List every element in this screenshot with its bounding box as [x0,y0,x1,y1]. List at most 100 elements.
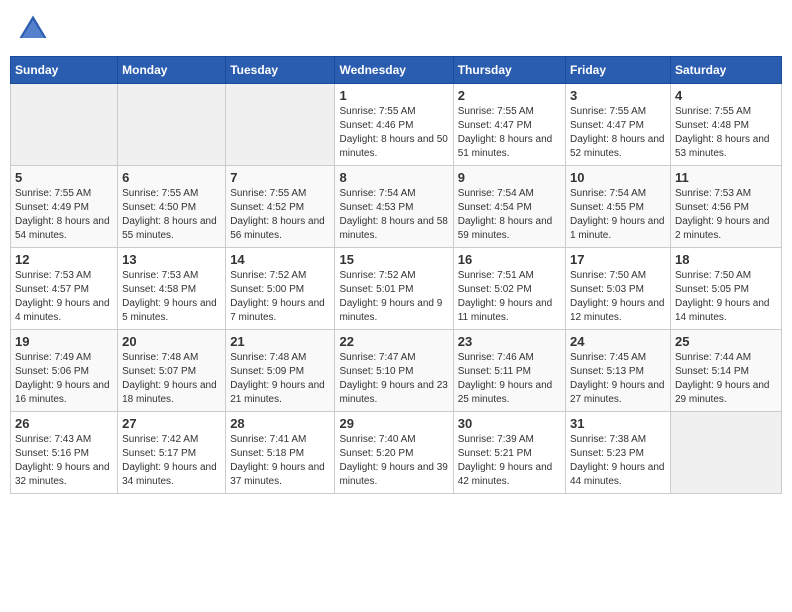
day-cell-8: 8 Sunrise: 7:54 AMSunset: 4:53 PMDaylight… [335,166,453,248]
week-row-5: 26 Sunrise: 7:43 AMSunset: 5:16 PMDayligh… [11,412,782,494]
day-content: Sunrise: 7:52 AMSunset: 5:00 PMDaylight:… [230,269,330,325]
day-number: 1 [339,88,448,103]
day-content: Sunrise: 7:55 AMSunset: 4:47 PMDaylight:… [570,105,666,161]
day-cell-13: 13 Sunrise: 7:53 AMSunset: 4:58 PMDayligh… [118,248,226,330]
day-content: Sunrise: 7:43 AMSunset: 5:16 PMDaylight:… [15,433,113,489]
day-content: Sunrise: 7:55 AMSunset: 4:46 PMDaylight:… [339,105,448,161]
week-row-1: 1 Sunrise: 7:55 AMSunset: 4:46 PMDaylight… [11,84,782,166]
day-content: Sunrise: 7:49 AMSunset: 5:06 PMDaylight:… [15,351,113,407]
day-number: 15 [339,252,448,267]
day-cell-31: 31 Sunrise: 7:38 AMSunset: 5:23 PMDayligh… [565,412,670,494]
day-content: Sunrise: 7:53 AMSunset: 4:58 PMDaylight:… [122,269,221,325]
day-number: 25 [675,334,777,349]
day-cell-29: 29 Sunrise: 7:40 AMSunset: 5:20 PMDayligh… [335,412,453,494]
day-content: Sunrise: 7:39 AMSunset: 5:21 PMDaylight:… [458,433,561,489]
day-content: Sunrise: 7:42 AMSunset: 5:17 PMDaylight:… [122,433,221,489]
day-cell-5: 5 Sunrise: 7:55 AMSunset: 4:49 PMDaylight… [11,166,118,248]
day-number: 28 [230,416,330,431]
day-content: Sunrise: 7:55 AMSunset: 4:49 PMDaylight:… [15,187,113,243]
day-content: Sunrise: 7:54 AMSunset: 4:53 PMDaylight:… [339,187,448,243]
day-cell-10: 10 Sunrise: 7:54 AMSunset: 4:55 PMDayligh… [565,166,670,248]
logo [18,14,50,44]
empty-cell [118,84,226,166]
day-number: 30 [458,416,561,431]
day-number: 4 [675,88,777,103]
day-cell-11: 11 Sunrise: 7:53 AMSunset: 4:56 PMDayligh… [670,166,781,248]
day-number: 5 [15,170,113,185]
day-number: 19 [15,334,113,349]
day-cell-20: 20Sunrise: 7:48 AMSunset: 5:07 PMDayligh… [118,330,226,412]
day-cell-15: 15 Sunrise: 7:52 AMSunset: 5:01 PMDayligh… [335,248,453,330]
week-row-2: 5 Sunrise: 7:55 AMSunset: 4:49 PMDaylight… [11,166,782,248]
day-number: 16 [458,252,561,267]
weekday-header-thursday: Thursday [453,57,565,84]
day-number: 3 [570,88,666,103]
day-content: Sunrise: 7:45 AMSunset: 5:13 PMDaylight:… [570,351,666,407]
day-content: Sunrise: 7:53 AMSunset: 4:57 PMDaylight:… [15,269,113,325]
empty-cell [670,412,781,494]
day-number: 6 [122,170,221,185]
day-number: 24 [570,334,666,349]
day-number: 27 [122,416,221,431]
day-cell-19: 19 Sunrise: 7:49 AMSunset: 5:06 PMDayligh… [11,330,118,412]
day-cell-21: 21 Sunrise: 7:48 AMSunset: 5:09 PMDayligh… [226,330,335,412]
day-content: Sunrise: 7:55 AMSunset: 4:52 PMDaylight:… [230,187,330,243]
day-number: 22 [339,334,448,349]
day-content: Sunrise: 7:54 AMSunset: 4:54 PMDaylight:… [458,187,561,243]
day-content: Sunrise: 7:55 AMSunset: 4:47 PMDaylight:… [458,105,561,161]
day-cell-27: 27 Sunrise: 7:42 AMSunset: 5:17 PMDayligh… [118,412,226,494]
day-number: 18 [675,252,777,267]
weekday-header-saturday: Saturday [670,57,781,84]
day-cell-14: 14 Sunrise: 7:52 AMSunset: 5:00 PMDayligh… [226,248,335,330]
day-cell-18: 18 Sunrise: 7:50 AMSunset: 5:05 PMDayligh… [670,248,781,330]
day-content: Sunrise: 7:54 AMSunset: 4:55 PMDaylight:… [570,187,666,243]
day-number: 17 [570,252,666,267]
day-content: Sunrise: 7:53 AMSunset: 4:56 PMDaylight:… [675,187,777,243]
day-content: Sunrise: 7:40 AMSunset: 5:20 PMDaylight:… [339,433,448,489]
day-cell-6: 6Sunrise: 7:55 AMSunset: 4:50 PMDaylight… [118,166,226,248]
day-number: 20 [122,334,221,349]
day-content: Sunrise: 7:44 AMSunset: 5:14 PMDaylight:… [675,351,777,407]
day-number: 26 [15,416,113,431]
day-number: 11 [675,170,777,185]
weekday-header-row: SundayMondayTuesdayWednesdayThursdayFrid… [11,57,782,84]
day-number: 31 [570,416,666,431]
day-cell-23: 23Sunrise: 7:46 AMSunset: 5:11 PMDayligh… [453,330,565,412]
page-header [10,10,782,48]
day-content: Sunrise: 7:41 AMSunset: 5:18 PMDaylight:… [230,433,330,489]
day-number: 9 [458,170,561,185]
day-cell-25: 25 Sunrise: 7:44 AMSunset: 5:14 PMDayligh… [670,330,781,412]
empty-cell [11,84,118,166]
day-cell-30: 30 Sunrise: 7:39 AMSunset: 5:21 PMDayligh… [453,412,565,494]
day-content: Sunrise: 7:47 AMSunset: 5:10 PMDaylight:… [339,351,448,407]
day-cell-3: 3 Sunrise: 7:55 AMSunset: 4:47 PMDaylight… [565,84,670,166]
day-number: 10 [570,170,666,185]
day-cell-16: 16 Sunrise: 7:51 AMSunset: 5:02 PMDayligh… [453,248,565,330]
day-content: Sunrise: 7:38 AMSunset: 5:23 PMDaylight:… [570,433,666,489]
day-cell-28: 28 Sunrise: 7:41 AMSunset: 5:18 PMDayligh… [226,412,335,494]
day-number: 23 [458,334,561,349]
day-cell-1: 1 Sunrise: 7:55 AMSunset: 4:46 PMDaylight… [335,84,453,166]
day-number: 21 [230,334,330,349]
day-number: 29 [339,416,448,431]
day-number: 7 [230,170,330,185]
day-number: 14 [230,252,330,267]
day-cell-22: 22 Sunrise: 7:47 AMSunset: 5:10 PMDayligh… [335,330,453,412]
weekday-header-monday: Monday [118,57,226,84]
day-number: 12 [15,252,113,267]
day-content: Sunrise: 7:50 AMSunset: 5:03 PMDaylight:… [570,269,666,325]
weekday-header-wednesday: Wednesday [335,57,453,84]
day-number: 8 [339,170,448,185]
day-cell-7: 7 Sunrise: 7:55 AMSunset: 4:52 PMDaylight… [226,166,335,248]
day-content: Sunrise: 7:51 AMSunset: 5:02 PMDaylight:… [458,269,561,325]
day-content: Sunrise: 7:50 AMSunset: 5:05 PMDaylight:… [675,269,777,325]
day-cell-17: 17 Sunrise: 7:50 AMSunset: 5:03 PMDayligh… [565,248,670,330]
day-cell-12: 12 Sunrise: 7:53 AMSunset: 4:57 PMDayligh… [11,248,118,330]
day-cell-2: 2Sunrise: 7:55 AMSunset: 4:47 PMDaylight… [453,84,565,166]
day-number: 13 [122,252,221,267]
day-content: Sunrise: 7:52 AMSunset: 5:01 PMDaylight:… [339,269,448,325]
logo-icon [18,14,48,44]
week-row-3: 12 Sunrise: 7:53 AMSunset: 4:57 PMDayligh… [11,248,782,330]
day-content: Sunrise: 7:48 AMSunset: 5:09 PMDaylight:… [230,351,330,407]
empty-cell [226,84,335,166]
